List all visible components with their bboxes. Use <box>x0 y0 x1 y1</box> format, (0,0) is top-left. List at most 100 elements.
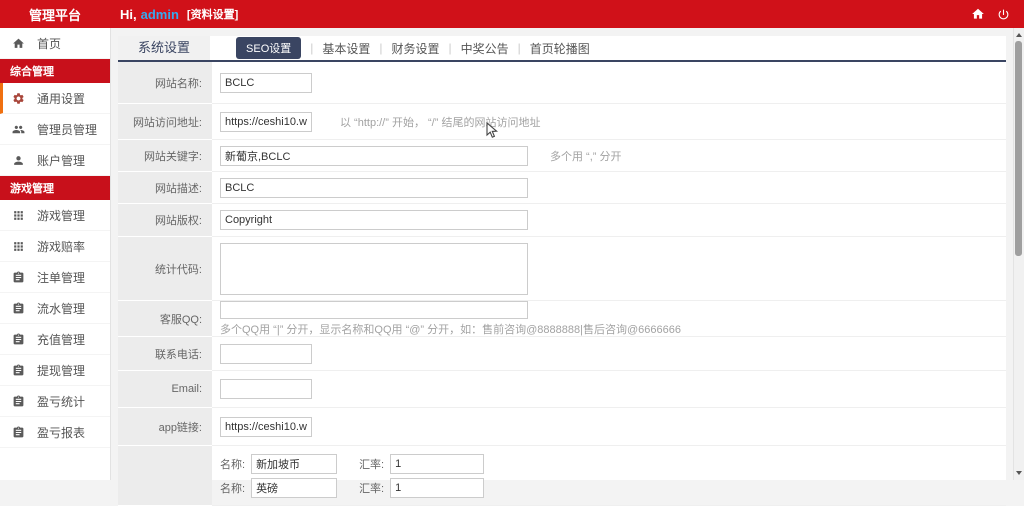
currency-name-input-1[interactable] <box>251 477 338 498</box>
user-greeting: Hi, admin [资料设置] <box>120 6 238 22</box>
sidebar-item-label: 提现管理 <box>37 363 86 378</box>
sidebar-item-6[interactable]: 游戏管理 <box>0 200 110 231</box>
form-field-area-2: 多个用 “,” 分开 <box>212 140 1006 172</box>
form-field-area-0 <box>212 62 1006 104</box>
sidebar: 首页 综合管理 通用设置 管理员管理 账户管理 游戏管理 游戏管理 游戏赔率 注单管理 流水管理充… <box>0 28 111 480</box>
sidebar-item-4[interactable]: 账户管理 <box>0 145 110 176</box>
home-icon <box>12 37 25 50</box>
form-label-2: 网站关键字: <box>118 140 212 172</box>
form-label-6: 客服QQ: <box>118 301 212 337</box>
top-header: 管理平台 Hi, admin [资料设置] <box>0 0 1024 28</box>
sidebar-item-0[interactable]: 首页 <box>0 28 110 59</box>
scrollbar-up-arrow-icon[interactable] <box>1014 30 1024 40</box>
power-icon[interactable] <box>997 8 1010 21</box>
tab-separator: | <box>517 41 521 55</box>
sidebar-item-label: 充值管理 <box>37 332 86 347</box>
currency-rate-label: 汇率: <box>359 458 385 471</box>
input-2[interactable] <box>220 145 528 166</box>
form-row-5: 统计代码: <box>118 237 1006 301</box>
scrollbar-down-arrow-icon[interactable] <box>1014 468 1024 478</box>
form-field-area-6: 多个QQ用 “|” 分开，显示名称和QQ用 “@” 分开，如：售前咨询@8888… <box>212 300 1006 337</box>
form-field-area-10: 名称: 汇率: 名称: 汇率: <box>212 446 1006 506</box>
form-label-8: Email: <box>118 371 212 408</box>
profile-settings-link[interactable]: [资料设置] <box>187 6 238 22</box>
form-label-0: 网站名称: <box>118 62 212 104</box>
tab-separator: | <box>310 41 314 55</box>
form-field-area-9 <box>212 408 1006 446</box>
sidebar-item-7[interactable]: 游戏赔率 <box>0 231 110 262</box>
tab-link-3[interactable]: 首页轮播图 <box>530 40 590 57</box>
form-field-area-1: 以 “http://” 开始， “/” 结尾的网站访问地址 <box>212 104 1006 140</box>
doc-icon <box>12 395 25 408</box>
form-field-area-3 <box>212 172 1006 204</box>
form-label-5: 统计代码: <box>118 237 212 301</box>
tab-link-2[interactable]: 中奖公告 <box>461 40 509 57</box>
tab-separator: | <box>379 41 383 55</box>
currency-rate-input-1[interactable] <box>390 477 485 498</box>
grid-icon <box>12 209 25 222</box>
sidebar-section-1: 综合管理 <box>0 59 110 83</box>
user-icon <box>12 154 25 167</box>
form-row-0: 网站名称: <box>118 62 1006 104</box>
sidebar-item-3[interactable]: 管理员管理 <box>0 114 110 145</box>
form-row-10: 名称: 汇率: 名称: 汇率: <box>118 446 1006 506</box>
form-row-2: 网站关键字: 多个用 “,” 分开 <box>118 140 1006 172</box>
sidebar-item-10[interactable]: 充值管理 <box>0 324 110 355</box>
tab-separator: | <box>448 41 452 55</box>
input-0[interactable] <box>220 72 312 93</box>
textarea-5[interactable] <box>220 242 528 295</box>
doc-icon <box>12 364 25 377</box>
input-9[interactable] <box>220 416 312 437</box>
sidebar-item-9[interactable]: 流水管理 <box>0 293 110 324</box>
currency-rate-input-0[interactable] <box>390 453 485 474</box>
form-label-9: app链接: <box>118 408 212 446</box>
form-row-9: app链接: <box>118 408 1006 446</box>
sidebar-item-label: 游戏赔率 <box>37 239 86 254</box>
form-row-8: Email: <box>118 371 1006 408</box>
sidebar-item-2[interactable]: 通用设置 <box>0 83 110 114</box>
doc-icon <box>12 271 25 284</box>
sidebar-item-label: 管理员管理 <box>37 122 98 137</box>
sidebar-item-label: 注单管理 <box>37 270 86 285</box>
tab-seo-settings-active[interactable]: SEO设置 <box>236 37 302 59</box>
form-row-1: 网站访问地址: 以 “http://” 开始， “/” 结尾的网站访问地址 <box>118 104 1006 140</box>
sidebar-item-11[interactable]: 提现管理 <box>0 355 110 386</box>
sidebar-section-5: 游戏管理 <box>0 176 110 200</box>
sidebar-item-12[interactable]: 盈亏统计 <box>0 386 110 417</box>
tab-bar: 系统设置 SEO设置 | 基本设置 | 财务设置 | 中奖公告 | 首页轮播图 <box>118 36 1006 62</box>
currency-rate-label: 汇率: <box>359 482 385 495</box>
scrollbar-thumb[interactable] <box>1015 41 1022 256</box>
greeting-prefix: Hi, <box>120 6 137 22</box>
currency-name-label: 名称: <box>220 458 246 471</box>
doc-icon <box>12 333 25 346</box>
form-row-4: 网站版权: <box>118 204 1006 237</box>
username-link[interactable]: admin <box>141 7 179 22</box>
sidebar-item-label: 流水管理 <box>37 301 86 316</box>
tab-links: | 基本设置 | 财务设置 | 中奖公告 | 首页轮播图 <box>301 40 590 57</box>
tab-system-settings[interactable]: 系统设置 <box>118 36 211 60</box>
form-field-area-7 <box>212 337 1006 371</box>
input-8[interactable] <box>220 379 312 399</box>
home-icon[interactable] <box>971 7 985 21</box>
tab-link-0[interactable]: 基本设置 <box>322 40 370 57</box>
form-row-3: 网站描述: <box>118 172 1006 204</box>
input-3[interactable] <box>220 177 528 198</box>
grid-icon <box>12 240 25 253</box>
vertical-scrollbar[interactable] <box>1013 28 1024 480</box>
form-label-10 <box>118 446 212 506</box>
form-label-4: 网站版权: <box>118 204 212 237</box>
gear-icon <box>12 92 25 105</box>
sidebar-item-13[interactable]: 盈亏报表 <box>0 417 110 448</box>
input-4[interactable] <box>220 210 528 230</box>
input-6[interactable] <box>220 300 528 319</box>
sidebar-item-label: 首页 <box>37 36 62 51</box>
field-hint: 多个用 “,” 分开 <box>550 150 622 163</box>
input-1[interactable] <box>220 111 312 132</box>
currency-name-label: 名称: <box>220 482 246 495</box>
input-7[interactable] <box>220 343 312 364</box>
tab-link-1[interactable]: 财务设置 <box>392 40 440 57</box>
form-field-area-4 <box>212 204 1006 237</box>
currency-name-input-0[interactable] <box>251 453 338 474</box>
sidebar-item-8[interactable]: 注单管理 <box>0 262 110 293</box>
form-field-area-5 <box>212 237 1006 301</box>
